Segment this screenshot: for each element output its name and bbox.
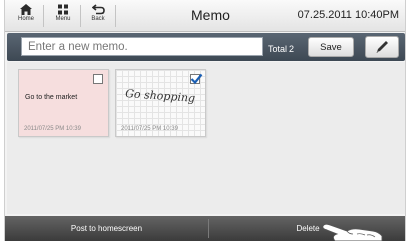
home-label: Home (17, 16, 34, 22)
memo-select-checkbox[interactable] (93, 74, 103, 84)
menu-button[interactable]: Menu (48, 2, 78, 30)
back-label: Back (91, 16, 105, 22)
nav-divider (115, 5, 116, 27)
total-label: Total (268, 44, 288, 54)
top-bar: Home Menu Back Memo 07.25.2011 10:40PM (5, 0, 405, 32)
post-to-homescreen-button[interactable]: Post to homescreen (5, 216, 208, 241)
handwritten-memo: Go shopping (125, 87, 196, 105)
home-icon (20, 4, 32, 15)
menu-label: Menu (55, 16, 71, 22)
back-button[interactable]: Back (83, 2, 113, 30)
memo-select-checkbox[interactable] (190, 73, 203, 85)
menu-grid-icon (58, 4, 68, 15)
app-title: Memo (191, 7, 230, 23)
new-memo-input[interactable] (21, 37, 263, 56)
memo-input-bar: Total2 Save (7, 33, 405, 61)
clock-datetime: 07.25.2011 10:40PM (297, 9, 399, 21)
save-button[interactable]: Save (308, 37, 354, 57)
nav-divider (80, 5, 81, 27)
memo-text: Go to the market (25, 94, 78, 101)
nav-divider (43, 5, 44, 27)
pen-icon (376, 41, 388, 53)
handwriting-mode-button[interactable] (365, 36, 399, 58)
memo-card[interactable]: Go shopping 2011/07/25 PM 10:39 (115, 69, 206, 137)
handwriting-word: Go shopping (125, 87, 196, 105)
tap-hand-icon (322, 223, 383, 241)
device-frame: Home Menu Back Memo 07.25.2011 10:40PM E… (4, 0, 406, 241)
memo-list: Go to the market 2011/07/25 PM 10:39 Go … (7, 62, 405, 214)
memo-card[interactable]: Go to the market 2011/07/25 PM 10:39 (18, 69, 109, 137)
memo-date: 2011/07/25 PM 10:39 (24, 126, 81, 132)
back-arrow-icon (91, 4, 105, 15)
total-count: Total 2 (268, 44, 294, 54)
total-number: 2 (289, 44, 295, 54)
home-button[interactable]: Home (11, 2, 41, 30)
memo-date: 2011/07/25 PM 10:39 (121, 126, 178, 132)
